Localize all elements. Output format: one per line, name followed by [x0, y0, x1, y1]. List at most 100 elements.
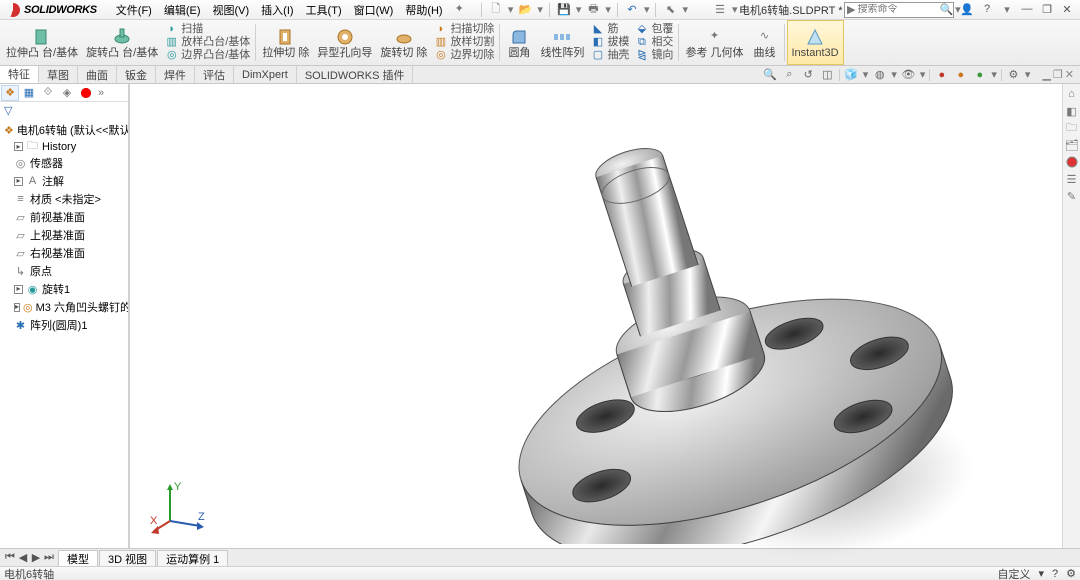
tree-annotations[interactable]: ▸A注解 — [2, 172, 126, 190]
zoom-area-icon[interactable]: ⌕ — [782, 67, 797, 82]
feature-tree-tab-icon[interactable]: ❖ — [1, 85, 19, 101]
ref-geometry-button[interactable]: ✦ 参考 几何体 — [681, 20, 747, 65]
search-command-box[interactable]: ▶ 🔍▾ — [844, 2, 954, 18]
user-icon[interactable]: 👤 — [960, 3, 974, 16]
dimxpert-manager-tab-icon[interactable]: ◈ — [58, 85, 76, 101]
zoom-fit-icon[interactable]: 🔍 — [763, 67, 778, 82]
expand-icon[interactable]: ▸ — [14, 177, 23, 186]
expand-icon[interactable]: ▸ — [14, 142, 23, 151]
tab-features[interactable]: 特征 — [0, 66, 39, 83]
tab-next-icon[interactable]: ▶ — [30, 551, 42, 564]
filter-icon[interactable]: ▽ — [0, 102, 128, 119]
tab-sheet-metal[interactable]: 钣金 — [117, 66, 156, 83]
tree-history[interactable]: ▸🗀History — [2, 139, 126, 154]
motion-study-tab[interactable]: 运动算例 1 — [157, 550, 228, 566]
open-icon[interactable]: 📂 — [517, 2, 533, 18]
status-units-arrow-icon[interactable]: ▾ — [1038, 567, 1044, 580]
fillet-button[interactable]: 圆角 — [502, 20, 536, 65]
expand-icon[interactable]: ▸ — [14, 285, 23, 294]
boundary-cut-button[interactable]: ◎边界切除 — [434, 49, 494, 62]
menu-window[interactable]: 窗口(W) — [349, 0, 399, 20]
3d-view-tab[interactable]: 3D 视图 — [99, 550, 156, 566]
minimize-button[interactable]: — — [1020, 3, 1034, 16]
property-manager-tab-icon[interactable]: ▦ — [20, 85, 38, 101]
prev-view-icon[interactable]: ↺ — [801, 67, 816, 82]
save-icon[interactable]: 💾 — [556, 2, 572, 18]
draft-button[interactable]: ◧拔模 — [591, 36, 629, 49]
search-go-icon[interactable]: 🔍 — [939, 3, 953, 16]
properties-icon[interactable]: ☰ — [1065, 172, 1079, 186]
display-manager-tab-icon[interactable] — [77, 85, 95, 101]
tree-root[interactable]: ❖电机6转轴 (默认<<默认>_显 — [2, 121, 126, 139]
boundary-boss-button[interactable]: ◎边界凸台/基体 — [165, 49, 250, 62]
loft-boss-button[interactable]: ▥放样凸台/基体 — [165, 36, 250, 49]
tree-origin[interactable]: ↳原点 — [2, 262, 126, 280]
tree-front-plane[interactable]: ▱前视基准面 — [2, 208, 126, 226]
menu-pin-icon[interactable]: ✦ — [450, 0, 469, 20]
undo-icon[interactable]: ↶ — [624, 2, 640, 18]
close-button[interactable]: ✕ — [1060, 3, 1074, 16]
tree-revolve-feature[interactable]: ▸◉旋转1 — [2, 280, 126, 298]
forum-icon[interactable]: ✎ — [1065, 189, 1079, 203]
print-icon[interactable]: 🖶 — [585, 2, 601, 18]
curves-button[interactable]: ∿ 曲线 — [748, 20, 782, 65]
tab-plugins[interactable]: SOLIDWORKS 插件 — [297, 66, 414, 83]
tab-dimxpert[interactable]: DimXpert — [234, 66, 297, 83]
graphics-viewport[interactable]: Y Z X — [130, 84, 1062, 548]
mdi-min-icon[interactable]: ▁ — [1042, 68, 1050, 81]
resources-icon[interactable]: ◧ — [1065, 104, 1079, 118]
tree-hole-feature[interactable]: ▸◎M3 六角凹头螺钉的柱形沉 — [2, 298, 126, 316]
rebuild-icon[interactable]: 🟟 — [692, 2, 708, 18]
loft-cut-button[interactable]: ▥放样切割 — [434, 36, 494, 49]
mirror-button[interactable]: ⧎镜向 — [635, 49, 673, 62]
tab-surfaces[interactable]: 曲面 — [78, 66, 117, 83]
library-icon[interactable]: 🗀 — [1065, 121, 1079, 135]
intersect-button[interactable]: ⧉相交 — [635, 36, 673, 49]
mdi-restore-icon[interactable]: ❐ — [1053, 68, 1063, 81]
appearance-icon[interactable]: ● — [934, 67, 949, 82]
mdi-close-icon[interactable]: ✕ — [1065, 68, 1074, 81]
sweep-cut-button[interactable]: ◗扫描切除 — [434, 23, 494, 36]
tree-sensors[interactable]: ◎传感器 — [2, 154, 126, 172]
tab-prev-icon[interactable]: ◀ — [17, 551, 29, 564]
tree-top-plane[interactable]: ▱上视基准面 — [2, 226, 126, 244]
hole-wizard-button[interactable]: 异型孔向导 — [313, 20, 376, 65]
tab-sketch[interactable]: 草图 — [39, 66, 78, 83]
decal-icon[interactable]: ● — [972, 67, 987, 82]
hide-show-icon[interactable]: 👁 — [901, 67, 916, 82]
options-icon[interactable]: ☰ — [712, 2, 728, 18]
sweep-button[interactable]: ◗扫描 — [165, 23, 250, 36]
view-settings-icon[interactable]: ⚙ — [1006, 67, 1021, 82]
expand-icon[interactable]: ▸ — [14, 303, 20, 312]
shell-button[interactable]: ▢抽壳 — [591, 49, 629, 62]
extrude-boss-button[interactable]: 拉伸凸 台/基体 — [2, 20, 82, 65]
menu-insert[interactable]: 插入(I) — [256, 0, 298, 20]
tree-pattern-feature[interactable]: ✱阵列(圆周)1 — [2, 316, 126, 334]
tree-right-plane[interactable]: ▱右视基准面 — [2, 244, 126, 262]
tree-material[interactable]: ≡材质 <未指定> — [2, 190, 126, 208]
section-view-icon[interactable]: ◫ — [820, 67, 835, 82]
revolve-boss-button[interactable]: 旋转凸 台/基体 — [82, 20, 162, 65]
menu-help[interactable]: 帮助(H) — [400, 0, 447, 20]
tab-first-icon[interactable]: ⏮ — [4, 551, 16, 564]
tab-evaluate[interactable]: 评估 — [195, 66, 234, 83]
menu-file[interactable]: 文件(F) — [111, 0, 157, 20]
revolve-cut-button[interactable]: 旋转切 除 — [376, 20, 431, 65]
linear-pattern-button[interactable]: 线性阵列 — [536, 20, 588, 65]
search-input[interactable] — [857, 4, 937, 15]
scene-icon[interactable]: ● — [953, 67, 968, 82]
menu-tools[interactable]: 工具(T) — [301, 0, 347, 20]
appearances-icon[interactable] — [1065, 155, 1079, 169]
view-orientation-icon[interactable]: 🧊 — [844, 67, 859, 82]
instant3d-button[interactable]: Instant3D — [787, 20, 844, 65]
new-icon[interactable]: 🗋 — [488, 2, 504, 18]
help-icon[interactable]: ? — [980, 3, 994, 16]
wrap-button[interactable]: ⬙包覆 — [635, 23, 673, 36]
home-icon[interactable]: ⌂ — [1065, 87, 1079, 101]
explorer-icon[interactable]: 🗂 — [1065, 138, 1079, 152]
rib-button[interactable]: ◣筋 — [591, 23, 629, 36]
select-icon[interactable]: ⬉ — [662, 2, 678, 18]
extrude-cut-button[interactable]: 拉伸切 除 — [258, 20, 313, 65]
status-options-icon[interactable]: ⚙ — [1066, 567, 1076, 580]
tab-last-icon[interactable]: ⏭ — [43, 551, 55, 564]
